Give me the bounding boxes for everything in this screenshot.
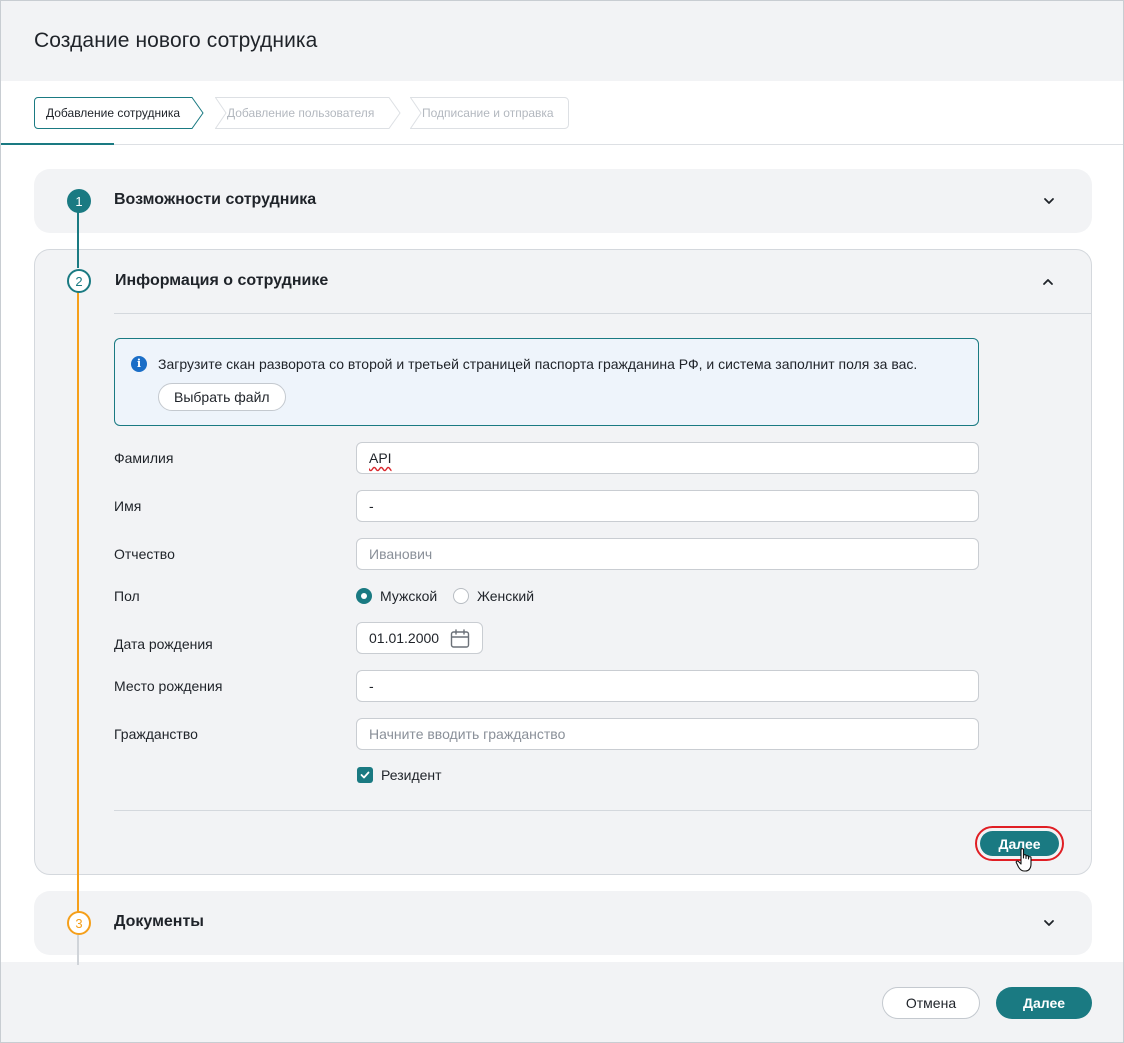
progress-line-current [77,292,79,912]
calendar-icon[interactable] [450,629,470,649]
cancel-button[interactable]: Отмена [882,987,980,1019]
section-title: Информация о сотруднике [115,272,329,289]
patronymic-placeholder: Иванович [369,546,433,562]
section-employee-capabilities[interactable]: Возможности сотрудника [34,169,1092,233]
radio-selected-icon [356,588,372,604]
radio-unselected-icon [453,588,469,604]
patronymic-field[interactable]: Иванович [356,538,979,570]
last-name-value: API [369,450,392,466]
resident-checkbox[interactable]: Резидент [357,767,442,783]
progress-line-completed [77,212,79,268]
hand-cursor-icon [1015,848,1032,872]
active-step-indicator [1,143,114,145]
page-title: Создание нового сотрудника [34,29,318,52]
birth-date-label: Дата рождения [114,636,213,652]
gender-label: Пол [114,588,140,604]
birth-place-value: - [369,678,374,694]
passport-upload-notice: i Загрузите скан разворота со второй и т… [114,338,979,426]
last-name-field[interactable]: API [356,442,979,474]
first-name-value: - [369,498,374,514]
birth-place-label: Место рождения [114,678,223,694]
section-title: Возможности сотрудника [114,191,317,208]
section-footer-divider [114,810,1091,811]
section-number-badge: 3 [67,911,91,935]
section-title: Документы [114,913,204,930]
next-button[interactable]: Далее [996,987,1092,1019]
section-divider [114,313,1091,314]
wizard-step-add-user[interactable]: Добавление пользователя [215,97,401,129]
dialog-header: Создание нового сотрудника [1,1,1123,81]
radio-label: Женский [477,588,535,604]
chevron-down-icon[interactable] [1042,194,1056,208]
progress-line-pending [77,935,79,965]
section-documents[interactable]: Документы [34,891,1092,955]
wizard-steps: Добавление сотрудника Добавление пользов… [1,81,1123,145]
checkmark-icon [357,767,373,783]
gender-radio-female[interactable]: Женский [453,588,534,604]
citizenship-label: Гражданство [114,726,198,742]
birth-place-field[interactable]: - [356,670,979,702]
choose-file-button[interactable]: Выбрать файл [158,383,286,411]
section-number-badge: 2 [67,269,91,293]
citizenship-placeholder: Начните вводить гражданство [369,726,566,742]
resident-label: Резидент [381,767,442,783]
last-name-label: Фамилия [114,450,174,466]
birth-date-field[interactable]: 01.01.2000 [356,622,483,654]
chevron-down-icon[interactable] [1042,916,1056,930]
first-name-label: Имя [114,498,142,514]
upload-message: Загрузите скан разворота со второй и тре… [158,356,918,372]
gender-radio-male[interactable]: Мужской [356,588,437,604]
section-number-badge: 1 [67,189,91,213]
citizenship-field[interactable]: Начните вводить гражданство [356,718,979,750]
birth-date-value: 01.01.2000 [369,630,440,646]
first-name-field[interactable]: - [356,490,979,522]
dialog-footer: Отмена Далее [1,962,1123,1042]
chevron-up-icon[interactable] [1041,275,1055,289]
wizard-step-label: Подписание и отправка [422,106,554,120]
wizard-step-add-employee[interactable]: Добавление сотрудника [34,97,204,129]
radio-label: Мужской [380,588,438,604]
patronymic-label: Отчество [114,546,175,562]
info-icon: i [131,356,147,372]
wizard-step-label: Добавление сотрудника [46,106,181,120]
dialog: Создание нового сотрудника Добавление со… [0,0,1124,1043]
wizard-step-sign-send[interactable]: Подписание и отправка [410,97,569,129]
wizard-step-label: Добавление пользователя [227,106,375,120]
